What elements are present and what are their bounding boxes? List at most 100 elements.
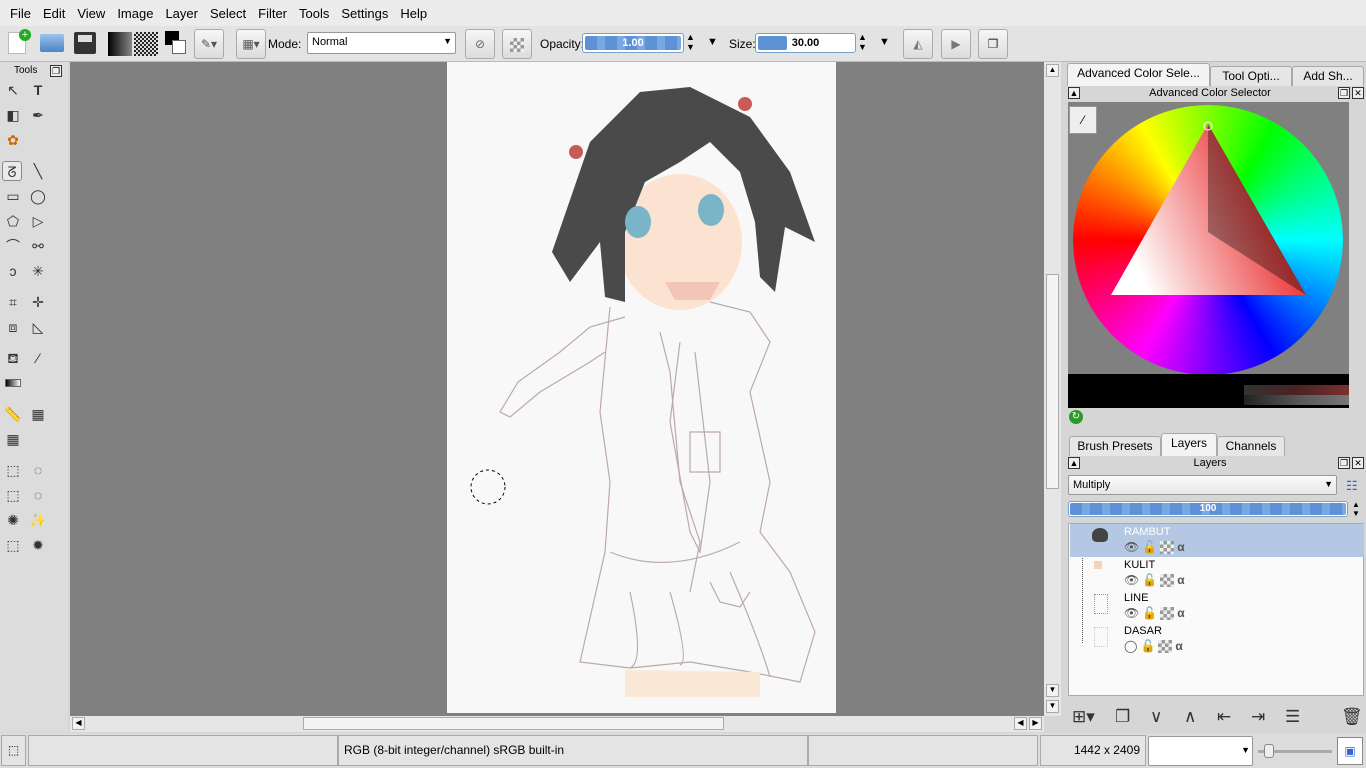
polyline-tool-icon[interactable]: ▷ [28,211,48,231]
selection-mode-icon[interactable]: ⬚ [1,735,26,766]
scroll-up-icon[interactable]: ▲ [1046,64,1059,77]
menu-select[interactable]: Select [204,6,252,21]
crop-tool-icon[interactable]: ⌗ [3,292,23,312]
layer-properties-icon[interactable]: ☰ [1285,707,1300,727]
close-layers-docker-icon[interactable]: ✕ [1352,457,1364,469]
ruler-tool-icon[interactable]: 📏 [3,404,23,424]
transform-tool-icon[interactable]: ⧈ [3,317,23,337]
lower-layer-icon[interactable]: ⇤ [1217,707,1231,727]
layer-view-options-icon[interactable]: ☷ [1346,478,1358,494]
calligraphy-tool-icon[interactable]: ✒ [28,105,48,125]
zoom-slider[interactable] [1258,744,1332,758]
tab-channels[interactable]: Channels [1217,436,1285,456]
pattern-edit-tool-icon[interactable]: ✿ [3,130,23,150]
elliptical-selection-icon[interactable]: ◌ [28,460,48,480]
polygonal-selection-icon[interactable]: ⬚ [3,485,23,505]
tab-tool-options[interactable]: Tool Opti... [1210,66,1292,86]
color-picker-tool-icon[interactable]: ⁄ [28,348,48,368]
menu-help[interactable]: Help [394,6,433,21]
lock-icon[interactable]: 🔓 [1142,606,1157,620]
pattern-selector-icon[interactable] [134,32,158,56]
size-spin-icon[interactable]: ▲ ▼ [858,32,867,52]
new-document-icon[interactable]: + [8,29,31,54]
lock-icon[interactable]: 🔓 [1142,573,1157,587]
background-color-swatch[interactable] [172,40,186,54]
measure-tool-icon[interactable]: ◺ [28,317,48,337]
alpha-lock-icon[interactable] [1160,573,1175,587]
collapse-docker-icon[interactable]: ▲ [1068,87,1080,99]
tab-layers[interactable]: Layers [1161,433,1217,456]
layer-blend-mode-select[interactable]: Multiply ▼ [1068,475,1337,495]
fit-to-screen-icon[interactable]: ▣ [1337,737,1363,765]
brush-preset-button[interactable]: ✎▾ [194,29,224,59]
scroll-down-icon[interactable]: ▼ [1046,684,1059,697]
scroll-down-icon-2[interactable]: ▼ [1046,700,1059,713]
freehand-path-tool-icon[interactable]: ↄ [3,261,23,281]
menu-filter[interactable]: Filter [252,6,293,21]
open-document-icon[interactable] [40,34,64,52]
menu-image[interactable]: Image [111,6,159,21]
alpha-lock-icon[interactable] [1158,639,1173,653]
rectangular-selection-icon[interactable]: ⬚ [3,460,23,480]
save-icon[interactable] [74,32,96,54]
float-layers-docker-icon[interactable]: ❐ [1338,457,1350,469]
tab-advanced-color-selector[interactable]: Advanced Color Sele... [1067,63,1210,86]
outline-selection-icon[interactable]: ◌ [28,485,48,505]
menu-settings[interactable]: Settings [335,6,394,21]
contiguous-selection-icon[interactable]: ✺ [3,510,23,530]
polygon-tool-icon[interactable]: ⬠ [3,211,23,231]
scroll-left-icon[interactable]: ◀ [72,717,85,730]
ellipse-tool-icon[interactable]: ◯ [28,186,48,206]
menu-tools[interactable]: Tools [293,6,335,21]
opacity-menu-chevron-icon[interactable]: ▼ [707,36,718,48]
eraser-mode-button[interactable] [502,29,532,59]
delete-layer-icon[interactable]: 🗑 [1341,707,1363,727]
fill-pattern-button[interactable]: ▦▾ [236,29,266,59]
blend-mode-select[interactable]: Normal ▼ [307,32,456,54]
color-wheel[interactable] [1068,102,1349,408]
layer-opacity-slider[interactable]: 100 [1068,501,1348,517]
color-selector-area[interactable]: ⁄ [1068,102,1349,408]
select-shapes-tool-icon[interactable]: ↖ [3,80,23,100]
grid-tool-icon[interactable]: ▦ [3,429,23,449]
move-layer-down-icon[interactable]: ∨ [1150,707,1162,727]
tab-brush-presets[interactable]: Brush Presets [1069,436,1161,456]
move-tool-icon[interactable]: ✛ [28,292,48,312]
gradient-tool-icon[interactable] [3,373,23,393]
mirror-vertical-button[interactable]: ▶ [941,29,971,59]
refresh-icon[interactable]: ↻ [1069,410,1083,424]
menu-edit[interactable]: Edit [37,6,71,21]
eye-icon[interactable]: 👁 [1124,540,1139,554]
canvas-area[interactable] [70,62,1044,716]
perspective-grid-tool-icon[interactable]: ▦ [28,404,48,424]
menu-view[interactable]: View [71,6,111,21]
layer-row-dasar[interactable]: DASAR ◯ 🔓 α [1070,623,1364,656]
magic-wand-selection-icon[interactable]: ✨ [28,510,48,530]
close-docker-icon[interactable]: ✕ [1352,87,1364,99]
bezier-curve-tool-icon[interactable]: ⌒ [3,236,23,256]
alpha-lock-icon[interactable] [1160,606,1175,620]
layer-opacity-spin-icon[interactable]: ▲ ▼ [1352,500,1360,518]
fill-tool-icon[interactable]: ⛾ [3,348,23,368]
alpha-inherit-icon[interactable]: α [1175,639,1182,653]
layer-row-kulit[interactable]: KULIT 👁 🔓 α [1070,557,1364,590]
vertical-scrollbar[interactable]: ▲ ▼ ▼ [1044,62,1061,716]
menu-layer[interactable]: Layer [159,6,204,21]
preserve-alpha-button[interactable]: ⊘ [465,29,495,59]
scroll-left-icon-2[interactable]: ◀ [1014,717,1027,730]
zoom-select[interactable]: ▼ [1148,736,1253,766]
alpha-inherit-icon[interactable]: α [1177,606,1184,620]
text-tool-icon[interactable]: T [28,80,48,100]
mirror-horizontal-button[interactable]: ◭ [903,29,933,59]
workspace-chooser-button[interactable]: ❐ [978,29,1008,59]
color-history-bar[interactable] [1068,374,1349,408]
bezier-selection-icon[interactable]: ✹ [28,535,48,555]
duplicate-layer-icon[interactable]: ❐ [1115,707,1130,727]
move-layer-up-icon[interactable]: ∧ [1184,707,1196,727]
canvas-drawing[interactable] [70,62,1044,716]
gradient-edit-tool-icon[interactable]: ◧ [3,105,23,125]
opacity-slider[interactable]: 1.00 [582,33,684,53]
vertical-scroll-thumb[interactable] [1046,274,1059,489]
float-docker-icon[interactable]: ❐ [1338,87,1350,99]
horizontal-scrollbar[interactable]: ◀ ◀ ▶ [70,716,1044,732]
